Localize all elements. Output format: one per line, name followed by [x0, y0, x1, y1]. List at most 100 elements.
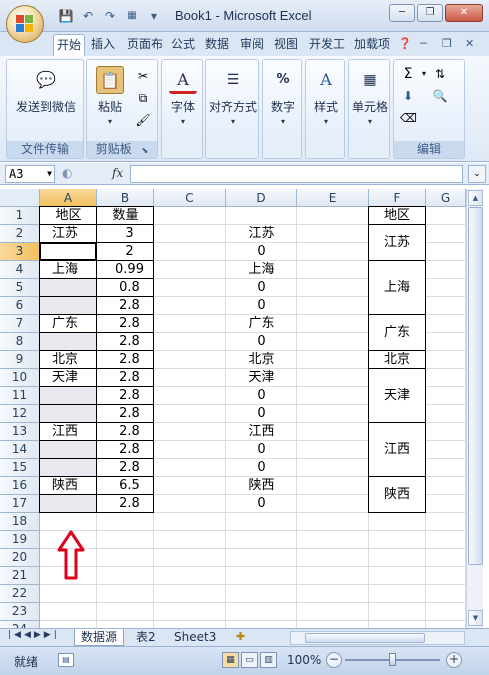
number-button[interactable]: % 数字 ▾ — [265, 66, 301, 126]
restore-button[interactable]: ❐ — [417, 4, 443, 22]
row-header-17[interactable]: 17 — [0, 495, 40, 513]
close-button[interactable]: ✕ — [445, 4, 483, 22]
formula-input[interactable] — [130, 165, 463, 183]
merged-cell-f4[interactable]: 上海 — [368, 260, 426, 315]
column-header-g[interactable]: G — [426, 189, 466, 207]
tab-developer[interactable]: 开发工 — [306, 34, 348, 56]
cell-d13[interactable]: 江西 — [226, 423, 297, 441]
active-cell-a3[interactable] — [39, 242, 97, 261]
redo-icon[interactable]: ↷ — [102, 8, 118, 24]
sheet-tab-data-source[interactable]: 数据源 — [74, 629, 125, 646]
page-break-view-icon[interactable]: ▥ — [260, 652, 277, 668]
cell-d8[interactable]: 0 — [226, 333, 297, 351]
tab-page-layout[interactable]: 页面布 — [124, 34, 166, 56]
cell-d4[interactable]: 上海 — [226, 261, 297, 279]
cell-b2[interactable]: 3 — [97, 225, 154, 243]
cell-b11[interactable]: 2.8 — [97, 387, 154, 405]
sort-filter-icon[interactable]: ⇅ — [432, 66, 448, 82]
cell-a7[interactable]: 广东 — [40, 315, 97, 333]
row-header-16[interactable]: 16 — [0, 477, 40, 495]
sheet-nav-arrows-icon[interactable]: |◀◀▶▶| — [8, 630, 60, 640]
row-header-1[interactable]: 1 — [0, 207, 40, 225]
customize-qat-icon[interactable]: ▾ — [146, 8, 162, 24]
cell-d16[interactable]: 陕西 — [226, 477, 297, 495]
row-header-14[interactable]: 14 — [0, 441, 40, 459]
cell-b6[interactable]: 2.8 — [97, 297, 154, 315]
scroll-up-icon[interactable]: ▲ — [468, 190, 483, 206]
expand-formula-bar-icon[interactable]: ⌄ — [468, 165, 486, 183]
row-header-13[interactable]: 13 — [0, 423, 40, 441]
find-select-icon[interactable]: 🔍 — [432, 88, 448, 104]
row-header-23[interactable]: 23 — [0, 603, 40, 621]
column-header-e[interactable]: E — [297, 189, 369, 207]
clear-icon[interactable]: ⌫ — [400, 110, 417, 126]
undo-icon[interactable]: ↶ — [80, 8, 96, 24]
merged-cell-f10[interactable]: 天津 — [368, 368, 426, 423]
dialog-launcher-icon[interactable]: ⬊ — [142, 146, 149, 155]
cell-d7[interactable]: 广东 — [226, 315, 297, 333]
merged-cell-f16[interactable]: 陕西 — [368, 476, 426, 513]
name-box[interactable]: A3 ▼ — [5, 165, 55, 183]
tab-review[interactable]: 审阅 — [237, 34, 267, 56]
cell-b15[interactable]: 2.8 — [97, 459, 154, 477]
cell-b5[interactable]: 0.8 — [97, 279, 154, 297]
tab-view[interactable]: 视图 — [271, 34, 301, 56]
column-header-f[interactable]: F — [369, 189, 426, 207]
grid-toggle-icon[interactable]: ▦ — [124, 8, 140, 24]
alignment-button[interactable]: ☰ 对齐方式 ▾ — [208, 66, 258, 126]
cell-d2[interactable]: 江苏 — [226, 225, 297, 243]
merged-cell-f1[interactable]: 地区 — [368, 206, 426, 225]
cell-b16[interactable]: 6.5 — [97, 477, 154, 495]
styles-button[interactable]: A 样式 ▾ — [308, 66, 344, 126]
cell-d15[interactable]: 0 — [226, 459, 297, 477]
row-header-15[interactable]: 15 — [0, 459, 40, 477]
cell-b9[interactable]: 2.8 — [97, 351, 154, 369]
merged-cell-f13[interactable]: 江西 — [368, 422, 426, 477]
cell-d9[interactable]: 北京 — [226, 351, 297, 369]
ribbon-minimize-icon[interactable]: ─ — [420, 37, 427, 50]
zoom-out-icon[interactable]: − — [326, 652, 342, 668]
tab-data[interactable]: 数据 — [202, 34, 232, 56]
paste-dropdown-icon[interactable]: ▾ — [91, 117, 129, 126]
ribbon-restore-icon[interactable]: ❐ — [442, 37, 452, 50]
help-icon[interactable]: ❓ — [398, 37, 412, 50]
tab-insert[interactable]: 插入 — [88, 34, 118, 56]
page-layout-view-icon[interactable]: ▭ — [241, 652, 258, 668]
zoom-slider-thumb[interactable] — [389, 653, 396, 666]
row-header-6[interactable]: 6 — [0, 297, 40, 315]
cell-a9[interactable]: 北京 — [40, 351, 97, 369]
cell-d17[interactable]: 0 — [226, 495, 297, 513]
scroll-down-icon[interactable]: ▼ — [468, 610, 483, 626]
minimize-button[interactable]: ─ — [389, 4, 415, 22]
autosum-icon[interactable]: Σ — [400, 66, 416, 82]
column-header-c[interactable]: C — [154, 189, 226, 207]
column-header-a[interactable]: A — [40, 189, 97, 207]
tab-home[interactable]: 开始 — [53, 34, 86, 56]
normal-view-icon[interactable]: ▦ — [222, 652, 239, 668]
ribbon-close-icon[interactable]: ✕ — [465, 37, 474, 50]
autosum-dropdown-icon[interactable]: ▾ — [416, 66, 432, 82]
row-header-12[interactable]: 12 — [0, 405, 40, 423]
vertical-scrollbar[interactable]: ▲ ▼ — [466, 189, 483, 628]
tab-formulas[interactable]: 公式 — [168, 34, 198, 56]
vertical-scroll-thumb[interactable] — [468, 207, 483, 565]
cell-a13[interactable]: 江西 — [40, 423, 97, 441]
cell-d10[interactable]: 天津 — [226, 369, 297, 387]
font-button[interactable]: A 字体 ▾ — [164, 66, 202, 126]
macro-record-icon[interactable]: ▤ — [58, 653, 74, 667]
row-header-4[interactable]: 4 — [0, 261, 40, 279]
row-header-2[interactable]: 2 — [0, 225, 40, 243]
row-header-9[interactable]: 9 — [0, 351, 40, 369]
paste-button[interactable]: 📋 粘贴 ▾ — [91, 66, 129, 126]
merged-cell-f7[interactable]: 广东 — [368, 314, 426, 351]
sheet-tab-sheet3[interactable]: Sheet3 — [168, 629, 222, 646]
row-header-20[interactable]: 20 — [0, 549, 40, 567]
cell-a16[interactable]: 陕西 — [40, 477, 97, 495]
send-to-wechat-button[interactable]: 💬 发送到微信 — [11, 66, 81, 115]
cell-b7[interactable]: 2.8 — [97, 315, 154, 333]
cell-b10[interactable]: 2.8 — [97, 369, 154, 387]
merged-cell-f9[interactable]: 北京 — [368, 350, 426, 369]
row-header-18[interactable]: 18 — [0, 513, 40, 531]
row-header-19[interactable]: 19 — [0, 531, 40, 549]
insert-function-icon[interactable]: fx — [112, 166, 123, 180]
